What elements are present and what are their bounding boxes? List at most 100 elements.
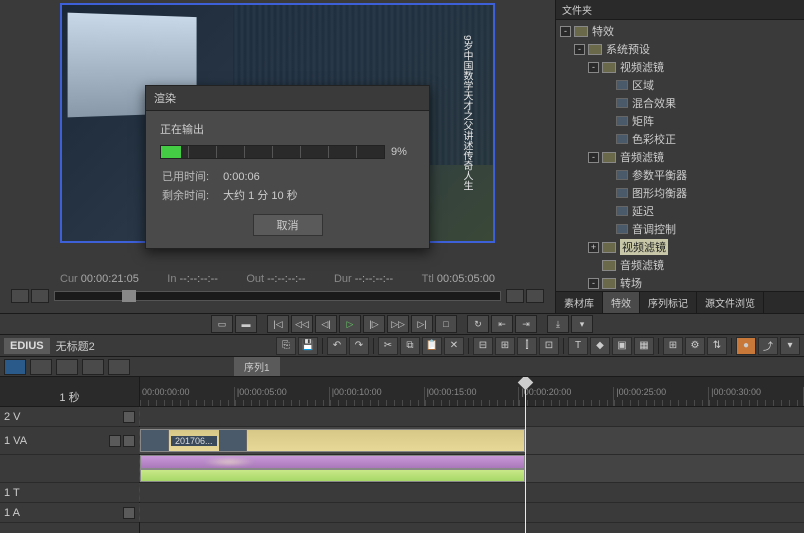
- expander-icon[interactable]: +: [588, 242, 599, 253]
- track-toggle-icon[interactable]: [109, 435, 121, 447]
- mode-normal-button[interactable]: [4, 359, 26, 375]
- step-back-button[interactable]: ◁|: [315, 315, 337, 333]
- video-clip[interactable]: 201706...: [140, 429, 525, 452]
- mode2-button[interactable]: ▬: [235, 315, 257, 333]
- panel-tab[interactable]: 源文件浏览: [697, 292, 764, 313]
- save-icon[interactable]: 💾: [298, 337, 318, 355]
- capture-icon[interactable]: ▣: [612, 337, 632, 355]
- tree-item[interactable]: -特效: [556, 22, 804, 40]
- audio-clip-r[interactable]: [140, 469, 525, 482]
- track-header[interactable]: 2 V: [0, 407, 139, 427]
- audio-clip-l[interactable]: [140, 455, 525, 469]
- track-2v[interactable]: [140, 407, 804, 427]
- in-point-button[interactable]: ⇤: [491, 315, 513, 333]
- track-header[interactable]: [0, 455, 139, 483]
- effects-tree[interactable]: -特效-系统预设-视频滤镜区域混合效果矩阵色彩校正-音频滤镜参数平衡器图形均衡器…: [556, 20, 804, 291]
- export-button[interactable]: ⤓: [547, 315, 569, 333]
- split-icon[interactable]: ⊟: [473, 337, 493, 355]
- jog-slider[interactable]: [10, 289, 545, 303]
- tree-item[interactable]: -转场: [556, 274, 804, 291]
- track-header[interactable]: 1 VA: [0, 427, 139, 455]
- menu-icon[interactable]: ▾: [780, 337, 800, 355]
- record-icon[interactable]: ●: [736, 337, 756, 355]
- track-header[interactable]: 1 T: [0, 483, 139, 503]
- panel-tab[interactable]: 素材库: [556, 292, 603, 313]
- mode1-button[interactable]: ▭: [211, 315, 233, 333]
- step-fwd-button[interactable]: |▷: [363, 315, 385, 333]
- toggle-icon[interactable]: ⇅: [707, 337, 727, 355]
- tree-item[interactable]: -视频滤镜: [556, 58, 804, 76]
- tree-item[interactable]: 参数平衡器: [556, 166, 804, 184]
- slider-left-icon[interactable]: [11, 289, 29, 303]
- expander-icon[interactable]: -: [588, 152, 599, 163]
- tree-item[interactable]: -系统预设: [556, 40, 804, 58]
- open-icon[interactable]: ⎘: [276, 337, 296, 355]
- mode-trim-button[interactable]: [30, 359, 52, 375]
- mode-bar: 序列1: [0, 357, 804, 377]
- stop-button[interactable]: □: [435, 315, 457, 333]
- undo-icon[interactable]: ↶: [327, 337, 347, 355]
- panel-tab[interactable]: 序列标记: [640, 292, 697, 313]
- out-point-button[interactable]: ⇥: [515, 315, 537, 333]
- fastfwd-button[interactable]: ▷▷: [387, 315, 409, 333]
- track-1t[interactable]: [140, 483, 804, 503]
- panel-tabs: 素材库特效序列标记源文件浏览: [556, 291, 804, 313]
- delete-icon[interactable]: ✕: [444, 337, 464, 355]
- track-toggle-icon[interactable]: [123, 411, 135, 423]
- settings-icon[interactable]: ⚙: [685, 337, 705, 355]
- expander-icon[interactable]: -: [588, 278, 599, 289]
- title-icon[interactable]: T: [568, 337, 588, 355]
- render-icon[interactable]: ▦: [634, 337, 654, 355]
- track-1va-audio[interactable]: [140, 455, 804, 483]
- export2-icon[interactable]: ⤴: [758, 337, 778, 355]
- panel-tab[interactable]: 特效: [603, 292, 640, 313]
- time-ruler[interactable]: 00:00:00:00|00:00:05:00|00:00:10:00|00:0…: [140, 387, 804, 407]
- next-edit-button[interactable]: ▷|: [411, 315, 433, 333]
- playhead[interactable]: [525, 377, 526, 533]
- copy-icon[interactable]: ⧉: [400, 337, 420, 355]
- tree-item[interactable]: -音频滤镜: [556, 148, 804, 166]
- slider-right2-icon[interactable]: [526, 289, 544, 303]
- track-1va-video[interactable]: 201706...: [140, 427, 804, 455]
- app-name: EDIUS: [4, 338, 50, 354]
- ripple-mode-button[interactable]: [108, 359, 130, 375]
- tree-item[interactable]: 音调控制: [556, 220, 804, 238]
- marker-icon[interactable]: ◆: [590, 337, 610, 355]
- tree-item[interactable]: 混合效果: [556, 94, 804, 112]
- sequence-tab[interactable]: 序列1: [234, 357, 280, 376]
- redo-icon[interactable]: ↷: [349, 337, 369, 355]
- tree-item[interactable]: 图形均衡器: [556, 184, 804, 202]
- tree-item[interactable]: 矩阵: [556, 112, 804, 130]
- tree-item[interactable]: 音频滤镜: [556, 256, 804, 274]
- tree-label: 图形均衡器: [632, 185, 687, 201]
- prev-edit-button[interactable]: |◁: [267, 315, 289, 333]
- tree-item[interactable]: +视频滤镜: [556, 238, 804, 256]
- ruler-scale[interactable]: 1 秒: [0, 387, 139, 407]
- mode-multi-button[interactable]: [56, 359, 78, 375]
- slider-right-icon[interactable]: [506, 289, 524, 303]
- loop-button[interactable]: ↻: [467, 315, 489, 333]
- slider-left2-icon[interactable]: [31, 289, 49, 303]
- cancel-button[interactable]: 取消: [253, 214, 323, 236]
- ripple-icon[interactable]: ⊞: [495, 337, 515, 355]
- tree-item[interactable]: 延迟: [556, 202, 804, 220]
- cut-icon[interactable]: ✂: [378, 337, 398, 355]
- rewind-button[interactable]: ◁◁: [291, 315, 313, 333]
- expander-icon[interactable]: -: [574, 44, 585, 55]
- layout-icon[interactable]: ⊞: [663, 337, 683, 355]
- track-header[interactable]: 1 A: [0, 503, 139, 523]
- snap-button[interactable]: [82, 359, 104, 375]
- tree-item[interactable]: 区域: [556, 76, 804, 94]
- track-toggle-icon[interactable]: [123, 435, 135, 447]
- play-button[interactable]: ▷: [339, 315, 361, 333]
- expander-icon[interactable]: -: [588, 62, 599, 73]
- ruler-tick: |00:00:20:00: [519, 387, 614, 406]
- group-icon[interactable]: ⊡: [539, 337, 559, 355]
- track-1a[interactable]: [140, 503, 804, 523]
- trim-icon[interactable]: ⫿: [517, 337, 537, 355]
- paste-icon[interactable]: 📋: [422, 337, 442, 355]
- expander-icon[interactable]: -: [560, 26, 571, 37]
- tree-item[interactable]: 色彩校正: [556, 130, 804, 148]
- track-content[interactable]: 00:00:00:00|00:00:05:00|00:00:10:00|00:0…: [140, 377, 804, 533]
- more-button[interactable]: ▾: [571, 315, 593, 333]
